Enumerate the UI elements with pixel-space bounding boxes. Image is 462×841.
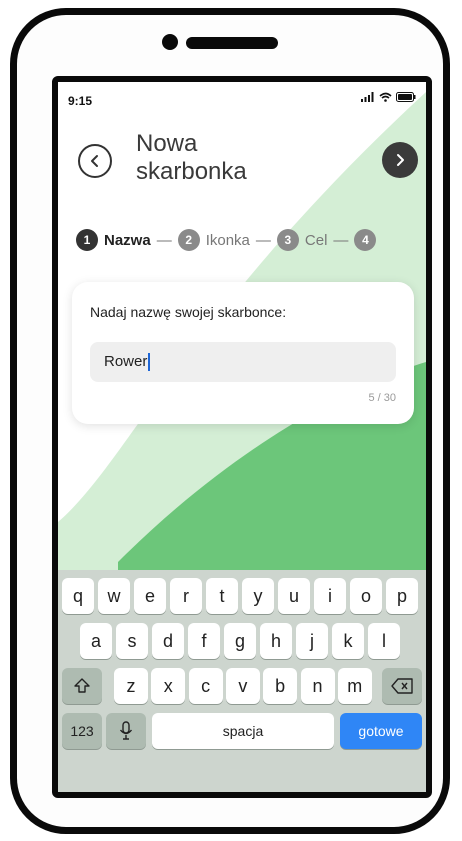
name-field-label: Nadaj nazwę swojej skarbonce:	[90, 304, 287, 320]
key-b[interactable]: b	[263, 668, 298, 704]
key-u[interactable]: u	[278, 578, 310, 614]
step-2-number: 2	[177, 229, 200, 251]
battery-icon	[396, 92, 416, 102]
key-z[interactable]: z	[114, 668, 148, 704]
keyboard-row-2: asdfghjkl	[58, 623, 426, 659]
backspace-icon	[391, 678, 413, 694]
step-4-number: 4	[354, 229, 377, 251]
key-c[interactable]: c	[188, 668, 223, 704]
step-3-number: 3	[276, 229, 299, 251]
key-r[interactable]: r	[170, 578, 202, 614]
wifi-icon	[379, 92, 392, 102]
key-g[interactable]: g	[224, 623, 256, 659]
key-s[interactable]: s	[116, 623, 148, 659]
shift-key[interactable]	[62, 668, 102, 704]
key-t[interactable]: t	[206, 578, 238, 614]
key-m[interactable]: m	[337, 668, 372, 704]
keyboard-row-4: 123 spacja gotowe	[58, 713, 426, 749]
key-h[interactable]: h	[260, 623, 292, 659]
key-i[interactable]: i	[314, 578, 346, 614]
microphone-icon	[119, 721, 133, 740]
keyboard-row-1: qwertyuiop	[58, 578, 426, 614]
character-counter: 5 / 30	[368, 392, 396, 404]
key-d[interactable]: d	[152, 623, 184, 659]
done-key[interactable]: gotowe	[340, 713, 422, 749]
key-o[interactable]: o	[350, 578, 382, 614]
step-2-label: Ikonka	[205, 231, 250, 249]
keyboard-row-3: zxcvbnm	[58, 668, 426, 704]
name-input-value: Rower	[104, 353, 148, 370]
backspace-key[interactable]	[382, 668, 422, 704]
onscreen-keyboard: qwertyuiop asdfghjkl zxcvbnm 123 spacja …	[58, 570, 426, 792]
dictation-key[interactable]	[106, 713, 146, 749]
status-icons	[361, 92, 416, 102]
key-y[interactable]: y	[242, 578, 274, 614]
key-l[interactable]: l	[368, 623, 400, 659]
key-q[interactable]: q	[62, 578, 94, 614]
page-title: Nowa skarbonka	[136, 130, 247, 185]
key-n[interactable]: n	[300, 668, 335, 704]
signal-icon	[361, 92, 374, 102]
name-form-card: Nadaj nazwę swojej skarbonce: Rower 5 / …	[72, 282, 414, 424]
back-button[interactable]	[78, 144, 112, 178]
key-v[interactable]: v	[225, 668, 260, 704]
space-key[interactable]: spacja	[152, 713, 334, 749]
shift-icon	[74, 678, 90, 693]
key-a[interactable]: a	[80, 623, 112, 659]
status-time: 9:15	[68, 94, 93, 108]
step-separator: —	[255, 231, 271, 249]
stepper: 1 Nazwa — 2 Ikonka — 3 Cel — 4	[76, 228, 377, 252]
next-button[interactable]	[382, 142, 418, 178]
key-e[interactable]: e	[134, 578, 166, 614]
speaker-grille	[186, 37, 278, 49]
step-3-label: Cel	[304, 231, 328, 249]
key-k[interactable]: k	[332, 623, 364, 659]
key-f[interactable]: f	[188, 623, 220, 659]
phone-screen: 9:15 Nowa skarbonka 1 Nazwa — 2 Ikonka —…	[52, 76, 432, 798]
name-input[interactable]: Rower	[90, 342, 396, 382]
step-1-number: 1	[76, 229, 98, 251]
text-caret	[148, 353, 151, 372]
step-1-label: Nazwa	[104, 231, 151, 249]
key-j[interactable]: j	[296, 623, 328, 659]
key-x[interactable]: x	[151, 668, 186, 704]
step-separator: —	[333, 231, 349, 249]
numbers-key[interactable]: 123	[62, 713, 102, 749]
camera-dot	[162, 34, 178, 50]
step-separator: —	[156, 231, 172, 249]
chevron-left-icon	[91, 155, 98, 167]
key-p[interactable]: p	[386, 578, 418, 614]
key-w[interactable]: w	[98, 578, 130, 614]
chevron-right-icon	[397, 154, 404, 166]
